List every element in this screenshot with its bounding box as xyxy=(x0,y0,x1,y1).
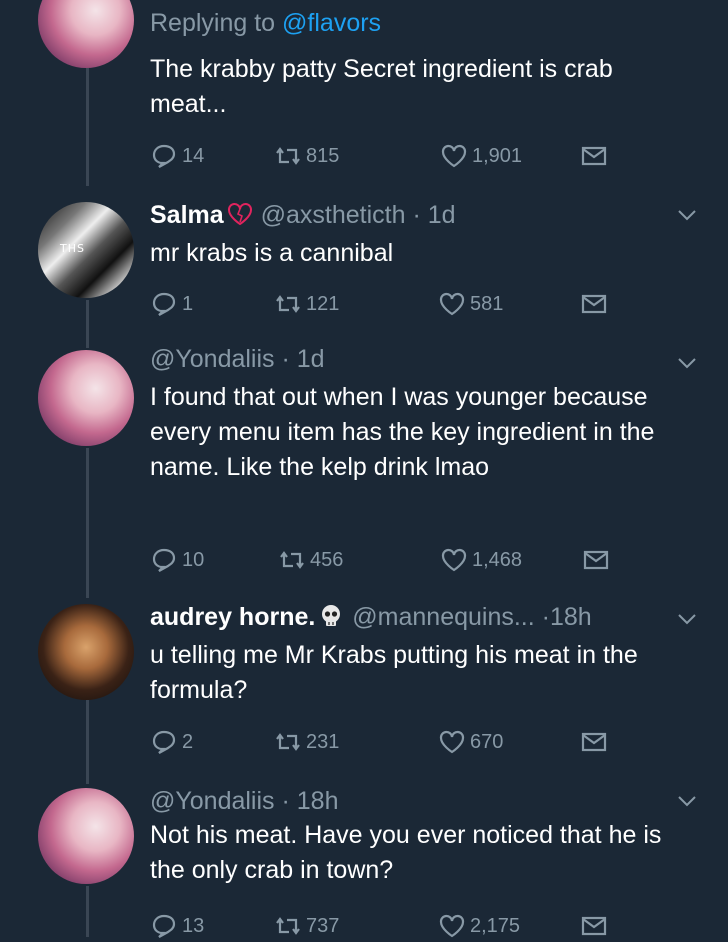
retweet-count: 456 xyxy=(310,548,344,571)
handle[interactable]: @Yondaliis xyxy=(150,345,275,373)
chevron-down-icon[interactable] xyxy=(676,608,698,630)
avatar-text: THS xyxy=(60,242,85,255)
retweet-count: 231 xyxy=(306,730,340,753)
reply-count: 1 xyxy=(182,292,194,315)
retweet-count: 737 xyxy=(306,914,340,937)
retweet-icon xyxy=(280,551,304,569)
retweet-icon xyxy=(276,917,300,935)
tweet-text: The krabby patty Secret ingredient is cr… xyxy=(150,55,613,118)
heart-icon xyxy=(441,144,467,168)
broken-heart-emoji xyxy=(227,203,252,226)
avatar[interactable] xyxy=(38,788,134,884)
avatar[interactable] xyxy=(38,350,134,446)
like-button[interactable]: 670 xyxy=(438,728,503,756)
tweet[interactable]: audrey horne. @mannequins... ·18h u tell… xyxy=(0,594,728,778)
reply-icon xyxy=(152,914,176,938)
retweet-button[interactable]: 121 xyxy=(274,290,339,318)
tweet-actions: 1 121 581 xyxy=(150,290,620,320)
like-button[interactable]: 1,901 xyxy=(440,142,522,170)
reply-button[interactable]: 14 xyxy=(150,142,204,170)
tweet-actions: 2 231 670 xyxy=(150,728,620,758)
retweet-button[interactable]: 737 xyxy=(274,912,339,940)
tweet-text: u telling me Mr Krabs putting his meat i… xyxy=(150,641,638,704)
handle[interactable]: @Yondaliis xyxy=(150,787,275,815)
tweet-text: mr krabs is a cannibal xyxy=(150,239,394,267)
retweet-icon xyxy=(276,733,300,751)
reply-count: 13 xyxy=(182,914,205,937)
heart-icon xyxy=(439,292,465,316)
envelope-icon xyxy=(581,916,607,936)
tweet-actions: 10 456 1,468 xyxy=(150,546,620,576)
dm-button[interactable] xyxy=(580,912,608,940)
tweet[interactable]: Replying to @flavors The krabby patty Se… xyxy=(0,0,728,190)
retweet-button[interactable]: 815 xyxy=(274,142,339,170)
dm-button[interactable] xyxy=(582,546,610,574)
tweet[interactable]: @Yondaliis · 1d I found that out when I … xyxy=(0,338,728,600)
tweet-text: Not his meat. Have you ever noticed that… xyxy=(150,821,662,884)
tweet-actions: 13 737 2,175 xyxy=(150,912,620,942)
reply-icon xyxy=(152,730,176,754)
dm-button[interactable] xyxy=(580,290,608,318)
tweet-header: @Yondaliis · 18h xyxy=(150,786,338,816)
envelope-icon xyxy=(581,146,607,166)
reply-icon xyxy=(152,292,176,316)
envelope-icon xyxy=(581,732,607,752)
retweet-icon xyxy=(276,147,300,165)
reply-handle-link[interactable]: @flavors xyxy=(282,9,381,37)
dm-button[interactable] xyxy=(580,728,608,756)
timestamp[interactable]: · 1d xyxy=(412,201,455,229)
tweet-header: Salma @axstheticth · 1d xyxy=(150,200,456,230)
display-name[interactable]: audrey horne. xyxy=(150,603,315,631)
heart-icon xyxy=(441,548,467,572)
like-button[interactable]: 581 xyxy=(438,290,503,318)
skull-emoji xyxy=(322,605,341,626)
tweet-header: @Yondaliis · 1d xyxy=(150,344,325,374)
handle[interactable]: @axstheticth xyxy=(261,201,406,229)
retweet-button[interactable]: 456 xyxy=(278,546,343,574)
timestamp[interactable]: · 18h xyxy=(282,787,339,815)
like-button[interactable]: 2,175 xyxy=(438,912,520,940)
chevron-down-icon[interactable] xyxy=(676,352,698,374)
avatar[interactable] xyxy=(38,0,134,68)
display-name[interactable]: Salma xyxy=(150,201,224,229)
retweet-count: 815 xyxy=(306,144,340,167)
retweet-count: 121 xyxy=(306,292,340,315)
heart-icon xyxy=(439,730,465,754)
tweet[interactable]: THS Salma @axstheticth · 1d mr krabs is … xyxy=(0,190,728,330)
reply-prefix: Replying to xyxy=(150,9,283,37)
like-count: 1,901 xyxy=(472,144,523,167)
like-count: 670 xyxy=(470,730,504,753)
reply-context: Replying to @flavors xyxy=(150,8,381,38)
reply-button[interactable]: 1 xyxy=(150,290,193,318)
dm-button[interactable] xyxy=(580,142,608,170)
tweet-text: I found that out when I was younger beca… xyxy=(150,383,655,481)
avatar[interactable]: THS xyxy=(38,202,134,298)
envelope-icon xyxy=(581,294,607,314)
reply-icon xyxy=(152,548,176,572)
reply-icon xyxy=(152,144,176,168)
like-count: 581 xyxy=(470,292,504,315)
timestamp[interactable]: · 1d xyxy=(282,345,325,373)
chevron-down-icon[interactable] xyxy=(676,204,698,226)
reply-count: 2 xyxy=(182,730,194,753)
like-count: 1,468 xyxy=(472,548,523,571)
retweet-button[interactable]: 231 xyxy=(274,728,339,756)
tweet[interactable]: @Yondaliis · 18h Not his meat. Have you … xyxy=(0,780,728,938)
reply-button[interactable]: 2 xyxy=(150,728,193,756)
like-count: 2,175 xyxy=(470,914,521,937)
reply-count: 14 xyxy=(182,144,205,167)
chevron-down-icon[interactable] xyxy=(676,790,698,812)
envelope-icon xyxy=(583,550,609,570)
retweet-icon xyxy=(276,295,300,313)
handle[interactable]: @mannequins... xyxy=(352,603,534,631)
reply-button[interactable]: 13 xyxy=(150,912,204,940)
avatar[interactable] xyxy=(38,604,134,700)
like-button[interactable]: 1,468 xyxy=(440,546,522,574)
timestamp[interactable]: ·18h xyxy=(542,603,592,631)
reply-count: 10 xyxy=(182,548,205,571)
reply-button[interactable]: 10 xyxy=(150,546,204,574)
heart-icon xyxy=(439,914,465,938)
tweet-actions: 14 815 1,901 xyxy=(150,142,620,172)
tweet-header: audrey horne. @mannequins... ·18h xyxy=(150,602,592,632)
